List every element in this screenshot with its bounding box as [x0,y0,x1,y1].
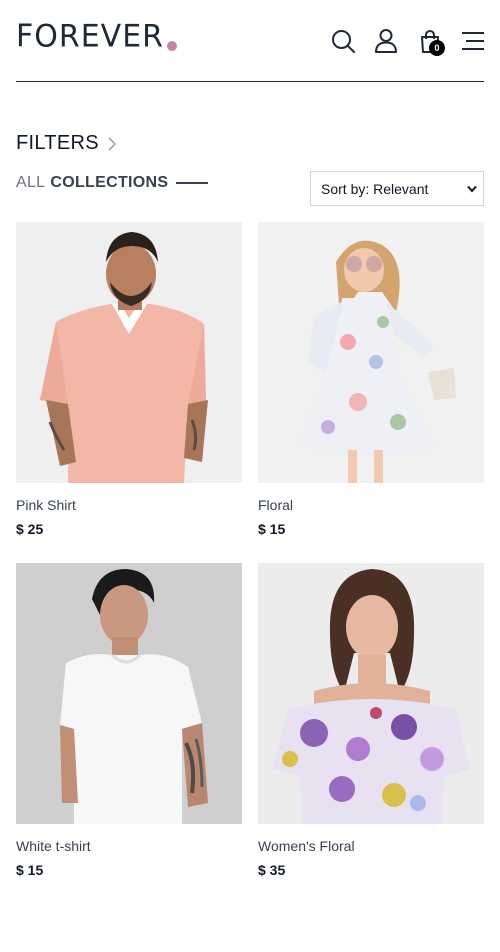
cart-icon[interactable]: 0 [417,28,445,56]
logo-text: FOREVER [16,18,164,55]
product-image[interactable] [16,563,242,824]
product-price: $ 15 [16,862,44,878]
product-name[interactable]: Women's Floral [258,838,484,854]
logo[interactable]: FOREVER [16,18,177,55]
collections-title-word2: COLLECTIONS [50,174,169,191]
collections-title-word1: ALL [16,174,46,191]
user-icon[interactable] [373,28,399,54]
chevron-right-icon [108,136,116,151]
site-header: FOREVER 0 [16,0,484,82]
product-name[interactable]: Pink Shirt [16,497,242,513]
filters-toggle[interactable]: FILTERS [16,132,117,155]
search-icon[interactable] [330,28,356,54]
product-card[interactable]: Floral $ 15 [258,222,484,537]
sort-select[interactable]: Sort by: Relevant [310,171,484,206]
product-price: $ 25 [16,521,44,537]
product-card[interactable]: Women's Floral $ 35 [258,563,484,878]
product-image[interactable] [258,563,484,824]
filters-label: FILTERS [16,132,99,154]
collections-title: ALL COLLECTIONS [16,174,209,192]
product-price: $ 35 [258,862,286,878]
product-price: $ 15 [258,521,286,537]
product-name[interactable]: Floral [258,497,484,513]
product-card[interactable]: White t-shirt $ 15 [16,563,242,878]
sort-select-value: Sort by: Relevant [321,180,429,197]
cart-count-badge: 0 [429,40,445,56]
title-divider [176,182,209,184]
product-image[interactable] [16,222,242,483]
product-name[interactable]: White t-shirt [16,838,242,854]
product-image[interactable] [258,222,484,483]
logo-dot [167,41,177,51]
chevron-down-icon [467,185,477,193]
product-card[interactable]: Pink Shirt $ 25 [16,222,242,537]
menu-icon[interactable] [461,28,485,54]
